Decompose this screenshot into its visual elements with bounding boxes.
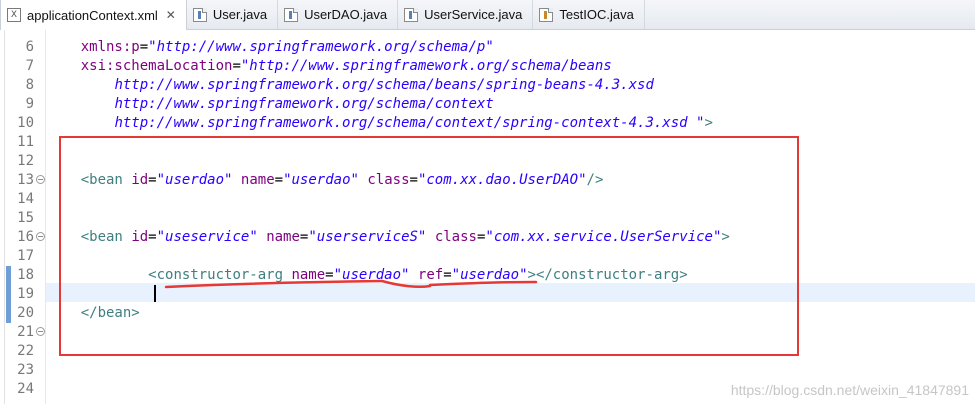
code-line[interactable]: 12 — [0, 152, 975, 171]
code-editor[interactable]: 6 xmlns:p="http://www.springframework.or… — [0, 30, 975, 404]
code-text: http://www.springframework.org/schema/be… — [114, 77, 654, 93]
code-line[interactable]: 9 http://www.springframework.org/schema/… — [0, 95, 975, 114]
code-text: xsi:schemaLocation="http://www.springfra… — [80, 58, 612, 74]
line-number: 20 — [17, 305, 34, 321]
fold-toggle-icon[interactable]: − — [36, 175, 45, 184]
line-number: 7 — [25, 58, 34, 74]
line-number: 16 — [17, 229, 34, 245]
line-number: 19 — [17, 286, 34, 302]
code-text: </bean> — [80, 305, 140, 321]
xml-file-icon: X — [7, 8, 21, 22]
line-number: 9 — [25, 96, 34, 112]
line-number: 24 — [17, 381, 34, 397]
code-line[interactable]: 22 — [0, 342, 975, 361]
editor-tab-bar: XapplicationContext.xml ✕ User.java UserDAO… — [0, 0, 975, 30]
fold-toggle-icon[interactable]: − — [36, 327, 45, 336]
tab-userservice-java[interactable]: UserService.java — [398, 0, 534, 29]
line-number: 12 — [17, 153, 34, 169]
tab-userdao-java[interactable]: UserDAO.java — [278, 0, 399, 29]
code-line[interactable]: 15 — [0, 209, 975, 228]
code-line[interactable]: 8 http://www.springframework.org/schema/… — [0, 76, 975, 95]
tab-testioc-java[interactable]: TestIOC.java — [533, 0, 645, 29]
line-number: 18 — [17, 267, 34, 283]
tab-label: TestIOC.java — [559, 7, 634, 22]
line-number: 17 — [17, 248, 34, 264]
code-line[interactable]: 19 — [0, 285, 975, 304]
tab-label: User.java — [212, 7, 268, 22]
line-number: 11 — [17, 134, 34, 150]
code-line[interactable]: 17 — [0, 247, 975, 266]
code-line[interactable]: 13− <bean id="userdao" name="userdao" cl… — [0, 171, 975, 190]
tab-label: UserDAO.java — [304, 7, 388, 22]
java-file-icon — [192, 7, 207, 22]
close-tab-icon[interactable]: ✕ — [166, 8, 176, 22]
line-number: 23 — [17, 362, 34, 378]
code-line[interactable]: 20 </bean> — [0, 304, 975, 323]
line-number: 14 — [17, 191, 34, 207]
java-file-icon — [404, 7, 419, 22]
code-line[interactable]: 6 xmlns:p="http://www.springframework.or… — [0, 38, 975, 57]
code-line[interactable]: 7 xsi:schemaLocation="http://www.springf… — [0, 57, 975, 76]
java-file-icon — [284, 7, 299, 22]
tab-label: applicationContext.xml — [27, 7, 158, 23]
line-number: 10 — [17, 115, 34, 131]
line-number: 21 — [17, 324, 34, 340]
code-line[interactable]: 23 — [0, 361, 975, 380]
tab-user-java[interactable]: User.java — [187, 0, 279, 29]
tab-label: UserService.java — [424, 7, 523, 22]
line-number: 6 — [25, 39, 34, 55]
code-line[interactable]: 14 — [0, 190, 975, 209]
fold-toggle-icon[interactable]: − — [36, 232, 45, 241]
line-number: 8 — [25, 77, 34, 93]
code-text: http://www.springframework.org/schema/co… — [114, 115, 713, 131]
code-text: <bean id="useservice" name="userserviceS… — [80, 229, 730, 245]
line-number: 15 — [17, 210, 34, 226]
line-number: 22 — [17, 343, 34, 359]
code-text: <bean id="userdao" name="userdao" class=… — [80, 172, 604, 188]
code-line[interactable]: 10 http://www.springframework.org/schema… — [0, 114, 975, 133]
code-line[interactable]: 11 — [0, 133, 975, 152]
code-line[interactable]: 18 <constructor-arg name="userdao" ref="… — [0, 266, 975, 285]
code-line[interactable]: 16− <bean id="useservice" name="userserv… — [0, 228, 975, 247]
tab-applicationcontext-xml[interactable]: XapplicationContext.xml ✕ — [0, 0, 187, 30]
code-text: http://www.springframework.org/schema/co… — [114, 96, 494, 112]
java-test-file-icon — [539, 7, 554, 22]
code-text: xmlns:p="http://www.springframework.org/… — [80, 39, 494, 55]
code-line[interactable]: 21− — [0, 323, 975, 342]
line-number: 13 — [17, 172, 34, 188]
code-text: <constructor-arg name="userdao" ref="use… — [148, 267, 688, 283]
text-caret — [154, 285, 156, 302]
watermark: https://blog.csdn.net/weixin_41847891 — [730, 382, 969, 398]
